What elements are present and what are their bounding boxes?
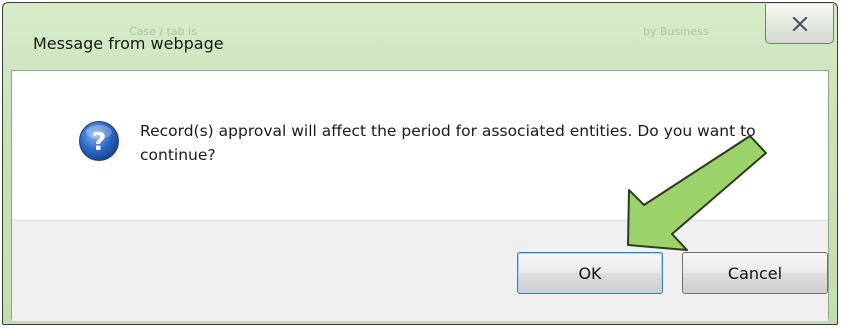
cancel-button[interactable]: Cancel: [682, 252, 828, 294]
background-text-right: by Business: [643, 25, 709, 38]
ok-button[interactable]: OK: [517, 252, 663, 294]
dialog-titlebar: Case / tab is by Business Message from w…: [3, 3, 837, 67]
dialog-title: Message from webpage: [33, 34, 224, 53]
button-bar: OK Cancel: [12, 220, 828, 321]
svg-text:?: ?: [92, 127, 107, 156]
dialog-message: Record(s) approval will affect the perio…: [140, 122, 756, 164]
close-icon: [791, 16, 808, 31]
close-button[interactable]: [765, 4, 834, 44]
page: Case / tab is by Business Message from w…: [0, 0, 841, 328]
question-icon: ?: [79, 121, 119, 161]
dialog-window: Case / tab is by Business Message from w…: [2, 2, 838, 325]
dialog-body: ? Record(s) approval will affect the per…: [11, 70, 829, 321]
message-area: ? Record(s) approval will affect the per…: [12, 71, 828, 220]
